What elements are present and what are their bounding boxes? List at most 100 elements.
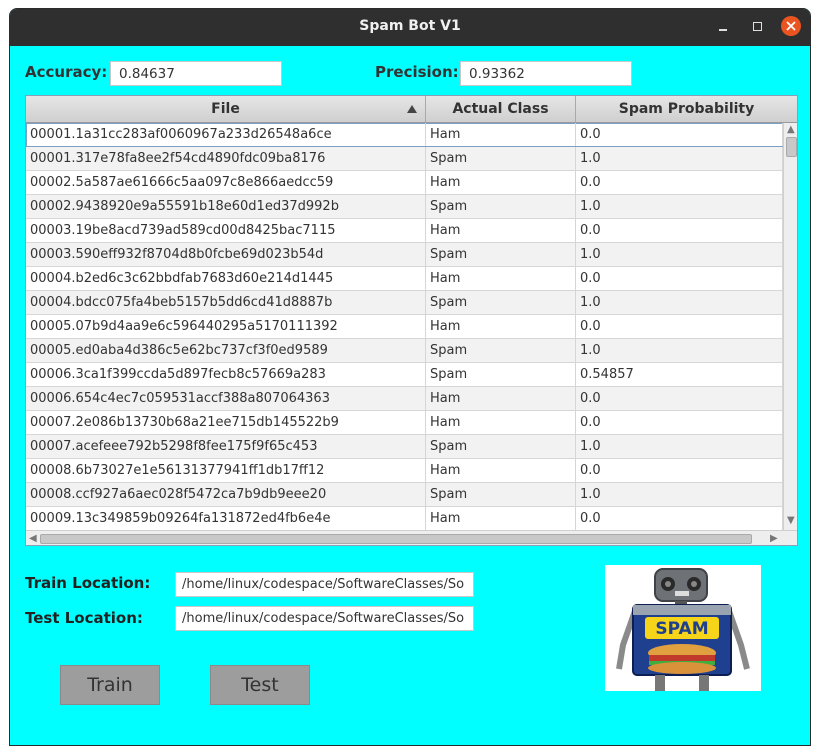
spam-can-text: SPAM <box>655 619 708 639</box>
scroll-down-icon[interactable]: ▼ <box>787 516 795 526</box>
spam-probability-cell: 1.0 <box>576 291 783 314</box>
file-cell: 00005.ed0aba4d386c5e62bc737cf3f0ed9589 <box>26 339 426 362</box>
column-header-spam-probability[interactable]: Spam Probability <box>576 96 797 122</box>
scroll-up-icon[interactable]: ▲ <box>787 125 795 135</box>
accuracy-label: Accuracy: <box>25 63 108 81</box>
file-cell: 00005.07b9d4aa9e6c596440295a5170111392 <box>26 315 426 338</box>
file-cell: 00007.2e086b13730b68a21ee715db145522b9 <box>26 411 426 434</box>
spam-probability-cell: 0.54857 <box>576 363 783 386</box>
scroll-left-icon[interactable]: ◀ <box>29 534 37 544</box>
spam-robot-image: SPAM <box>605 565 761 691</box>
table-header: File Actual Class Spam Probability <box>26 96 797 123</box>
actual-class-cell: Spam <box>426 339 576 362</box>
actual-class-cell: Spam <box>426 483 576 506</box>
file-cell: 00008.6b73027e1e56131377941ff1db17ff12 <box>26 459 426 482</box>
close-icon[interactable] <box>781 16 801 36</box>
spam-probability-cell: 0.0 <box>576 459 783 482</box>
file-cell: 00003.590eff932f8704d8b0fcbe69d023b54d <box>26 243 426 266</box>
train-button[interactable]: Train <box>60 665 160 705</box>
file-cell: 00003.19be8acd739ad589cd00d8425bac7115 <box>26 219 426 242</box>
title-bar[interactable]: Spam Bot V1 <box>10 9 810 46</box>
table-row[interactable]: 00008.6b73027e1e56131377941ff1db17ff12 Ha… <box>26 459 783 483</box>
results-table: File Actual Class Spam Probability 00001… <box>25 95 798 546</box>
table-body: 00001.1a31cc283af0060967a233d26548a6ce Ha… <box>26 123 783 531</box>
test-button[interactable]: Test <box>210 665 310 705</box>
vertical-scroll-thumb[interactable] <box>786 137 797 157</box>
actual-class-cell: Ham <box>426 411 576 434</box>
test-location-field[interactable]: /home/linux/codespace/SoftwareClasses/So <box>175 606 474 631</box>
file-cell: 00001.317e78fa8ee2f54cd4890fdc09ba8176 <box>26 147 426 170</box>
actual-class-cell: Spam <box>426 147 576 170</box>
precision-label: Precision: <box>375 63 459 81</box>
actual-class-cell: Ham <box>426 123 576 146</box>
file-cell: 00004.bdcc075fa4beb5157b5dd6cd41d8887b <box>26 291 426 314</box>
actual-class-cell: Ham <box>426 219 576 242</box>
spam-probability-cell: 0.0 <box>576 387 783 410</box>
precision-field[interactable]: 0.93362 <box>460 61 632 86</box>
table-row[interactable]: 00005.ed0aba4d386c5e62bc737cf3f0ed9589 Sp… <box>26 339 783 363</box>
table-row[interactable]: 00001.317e78fa8ee2f54cd4890fdc09ba8176 Sp… <box>26 147 783 171</box>
test-location-label: Test Location: <box>25 609 143 627</box>
train-location-field[interactable]: /home/linux/codespace/SoftwareClasses/So <box>175 572 474 597</box>
spam-probability-cell: 1.0 <box>576 435 783 458</box>
file-cell: 00004.b2ed6c3c62bbdfab7683d60e214d1445 <box>26 267 426 290</box>
table-row[interactable]: 00003.590eff932f8704d8b0fcbe69d023b54d Sp… <box>26 243 783 267</box>
spam-probability-cell: 0.0 <box>576 267 783 290</box>
spam-probability-cell: 1.0 <box>576 195 783 218</box>
spam-probability-cell: 0.0 <box>576 219 783 242</box>
table-row[interactable]: 00002.5a587ae61666c5aa097c8e866aedcc59 Ha… <box>26 171 783 195</box>
file-cell: 00007.acefeee792b5298f8fee175f9f65c453 <box>26 435 426 458</box>
column-header-actual-class[interactable]: Actual Class <box>426 96 576 122</box>
actual-class-cell: Ham <box>426 267 576 290</box>
table-row[interactable]: 00004.b2ed6c3c62bbdfab7683d60e214d1445 Ha… <box>26 267 783 291</box>
file-cell: 00009.13c349859b09264fa131872ed4fb6e4e <box>26 507 426 530</box>
table-row[interactable]: 00009.13c349859b09264fa131872ed4fb6e4e Ha… <box>26 507 783 531</box>
actual-class-cell: Spam <box>426 243 576 266</box>
spam-probability-cell: 0.0 <box>576 171 783 194</box>
app-window: Spam Bot V1 Accuracy: 0.84637 Precision:… <box>9 8 811 746</box>
actual-class-cell: Ham <box>426 315 576 338</box>
actual-class-cell: Ham <box>426 387 576 410</box>
table-row[interactable]: 00006.654c4ec7c059531accf388a807064363 Ha… <box>26 387 783 411</box>
sort-ascending-icon <box>407 105 417 113</box>
table-row[interactable]: 00001.1a31cc283af0060967a233d26548a6ce Ha… <box>26 123 783 147</box>
column-header-file[interactable]: File <box>26 96 426 122</box>
column-header-file-label: File <box>211 101 240 117</box>
spam-probability-cell: 0.0 <box>576 123 783 146</box>
spam-probability-cell: 1.0 <box>576 483 783 506</box>
table-row[interactable]: 00004.bdcc075fa4beb5157b5dd6cd41d8887b Sp… <box>26 291 783 315</box>
accuracy-field[interactable]: 0.84637 <box>110 61 282 86</box>
horizontal-scroll-thumb[interactable] <box>40 534 752 544</box>
scroll-right-icon[interactable]: ▶ <box>770 534 778 544</box>
spam-probability-cell: 0.0 <box>576 315 783 338</box>
file-cell: 00002.5a587ae61666c5aa097c8e866aedcc59 <box>26 171 426 194</box>
table-row[interactable]: 00006.3ca1f399ccda5d897fecb8c57669a283 Sp… <box>26 363 783 387</box>
actual-class-cell: Ham <box>426 171 576 194</box>
actual-class-cell: Spam <box>426 363 576 386</box>
file-cell: 00006.3ca1f399ccda5d897fecb8c57669a283 <box>26 363 426 386</box>
actual-class-cell: Spam <box>426 435 576 458</box>
spam-probability-cell: 1.0 <box>576 243 783 266</box>
table-row[interactable]: 00008.ccf927a6aec028f5472ca7b9db9eee20 Sp… <box>26 483 783 507</box>
actual-class-cell: Ham <box>426 459 576 482</box>
vertical-scrollbar[interactable]: ▲ ▼ <box>783 123 797 530</box>
spam-probability-cell: 0.0 <box>576 411 783 434</box>
table-row[interactable]: 00002.9438920e9a55591b18e60d1ed37d992b Sp… <box>26 195 783 219</box>
table-row[interactable]: 00007.acefeee792b5298f8fee175f9f65c453 Sp… <box>26 435 783 459</box>
window-title: Spam Bot V1 <box>359 18 461 34</box>
horizontal-scrollbar[interactable]: ◀ ▶ <box>26 530 797 545</box>
table-row[interactable]: 00007.2e086b13730b68a21ee715db145522b9 Ha… <box>26 411 783 435</box>
spam-probability-cell: 1.0 <box>576 339 783 362</box>
table-row[interactable]: 00005.07b9d4aa9e6c596440295a5170111392 Ha… <box>26 315 783 339</box>
spam-probability-cell: 0.0 <box>576 507 783 530</box>
file-cell: 00006.654c4ec7c059531accf388a807064363 <box>26 387 426 410</box>
table-row[interactable]: 00003.19be8acd739ad589cd00d8425bac7115 Ha… <box>26 219 783 243</box>
maximize-icon[interactable] <box>748 17 768 37</box>
train-location-label: Train Location: <box>25 574 151 592</box>
actual-class-cell: Ham <box>426 507 576 530</box>
file-cell: 00008.ccf927a6aec028f5472ca7b9db9eee20 <box>26 483 426 506</box>
minimize-icon[interactable] <box>713 17 733 37</box>
file-cell: 00002.9438920e9a55591b18e60d1ed37d992b <box>26 195 426 218</box>
file-cell: 00001.1a31cc283af0060967a233d26548a6ce <box>26 123 426 146</box>
actual-class-cell: Spam <box>426 195 576 218</box>
